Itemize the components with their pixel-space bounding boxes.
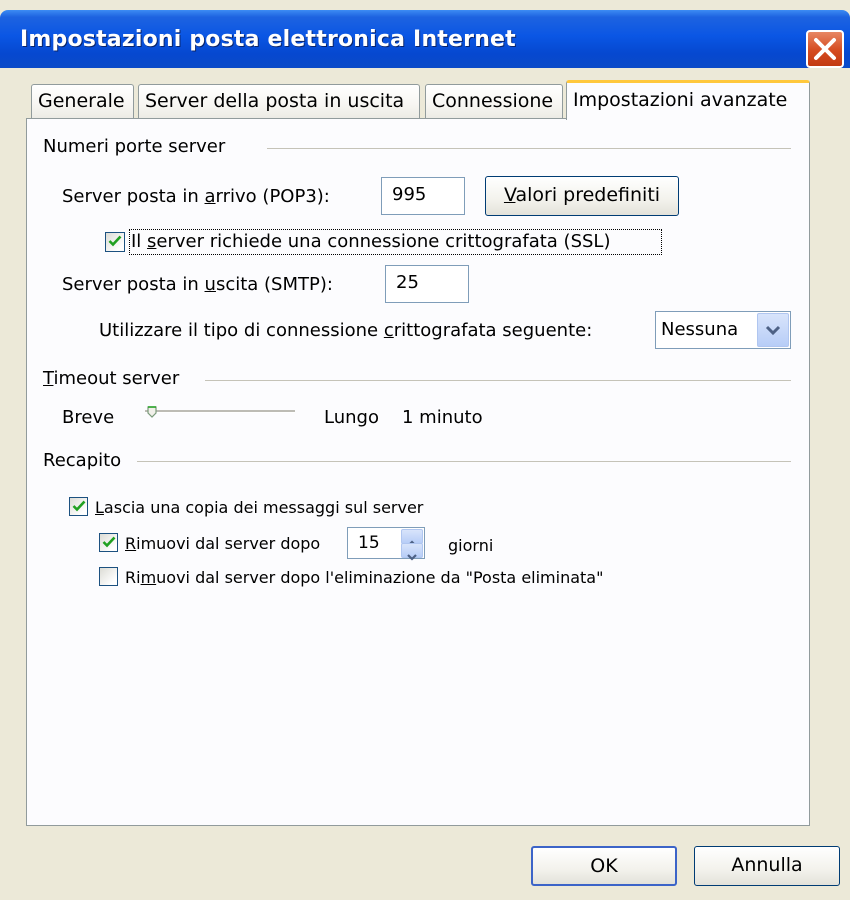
days-spinner-buttons xyxy=(401,529,423,561)
ok-button[interactable]: OK xyxy=(531,846,677,886)
encryption-type-value: Nessuna xyxy=(661,319,739,340)
timeout-slider-thumb[interactable] xyxy=(146,403,166,419)
timeout-value: 1 minuto xyxy=(402,407,483,428)
cancel-button[interactable]: Annulla xyxy=(694,846,840,886)
group-divider xyxy=(205,380,791,381)
tab-server-posta-uscita[interactable]: Server della posta in uscita xyxy=(138,84,420,118)
checkmark-icon xyxy=(72,500,86,512)
spin-down-button[interactable] xyxy=(401,543,423,561)
chevron-down-icon xyxy=(407,554,417,561)
leave-copy-checkbox[interactable] xyxy=(69,497,88,516)
timeout-slider-track[interactable] xyxy=(145,410,295,413)
group-label-timeout: Timeout server xyxy=(43,368,188,389)
remove-after-label[interactable]: Rimuovi dal server dopo xyxy=(125,534,320,553)
group-divider xyxy=(137,461,791,462)
days-label: giorni xyxy=(448,536,494,555)
checkmark-icon xyxy=(102,536,116,548)
ssl-checkbox[interactable] xyxy=(105,232,125,252)
close-icon xyxy=(814,38,836,60)
outgoing-port-input[interactable]: 25 xyxy=(385,265,469,303)
tab-panel: Numeri porte server Server posta in arri… xyxy=(26,118,810,826)
tab-generale[interactable]: Generale xyxy=(31,84,134,118)
spin-up-button[interactable] xyxy=(401,529,423,547)
remove-deleted-checkbox[interactable] xyxy=(99,567,118,586)
group-label-delivery: Recapito xyxy=(43,450,130,471)
timeout-long-label: Lungo xyxy=(324,407,379,428)
remove-deleted-label[interactable]: Rimuovi dal server dopo l'eliminazione d… xyxy=(125,568,603,587)
ssl-checkbox-label[interactable]: Il server richiede una connessione critt… xyxy=(131,231,610,252)
encryption-type-label: Utilizzare il tipo di connessione critto… xyxy=(99,320,593,341)
group-divider xyxy=(267,148,791,149)
dropdown-arrow[interactable] xyxy=(757,313,789,347)
chevron-down-icon xyxy=(765,325,781,336)
days-value: 15 xyxy=(358,533,380,553)
tab-connessione[interactable]: Connessione xyxy=(425,84,563,118)
encryption-type-select[interactable]: Nessuna xyxy=(655,311,791,349)
incoming-port-label: Server posta in arrivo (POP3): xyxy=(62,186,330,207)
days-spinner-input[interactable]: 15 xyxy=(347,527,425,561)
timeout-short-label: Breve xyxy=(62,407,115,428)
checkmark-icon xyxy=(108,235,122,247)
group-label-ports: Numeri porte server xyxy=(43,136,234,157)
window-title: Impostazioni posta elettronica Internet xyxy=(20,27,516,52)
incoming-port-input[interactable]: 995 xyxy=(381,177,465,215)
leave-copy-label[interactable]: Lascia una copia dei messaggi sul server xyxy=(95,498,423,517)
outgoing-port-label: Server posta in uscita (SMTP): xyxy=(62,274,333,295)
remove-after-checkbox[interactable] xyxy=(99,533,118,552)
tab-impostazioni-avanzate[interactable]: Impostazioni avanzate xyxy=(566,80,810,120)
close-button[interactable] xyxy=(806,30,844,68)
dialog-window: Impostazioni posta elettronica Internet … xyxy=(0,0,850,900)
default-values-button[interactable]: Valori predefiniti xyxy=(485,176,679,216)
title-bar[interactable]: Impostazioni posta elettronica Internet xyxy=(0,10,850,68)
